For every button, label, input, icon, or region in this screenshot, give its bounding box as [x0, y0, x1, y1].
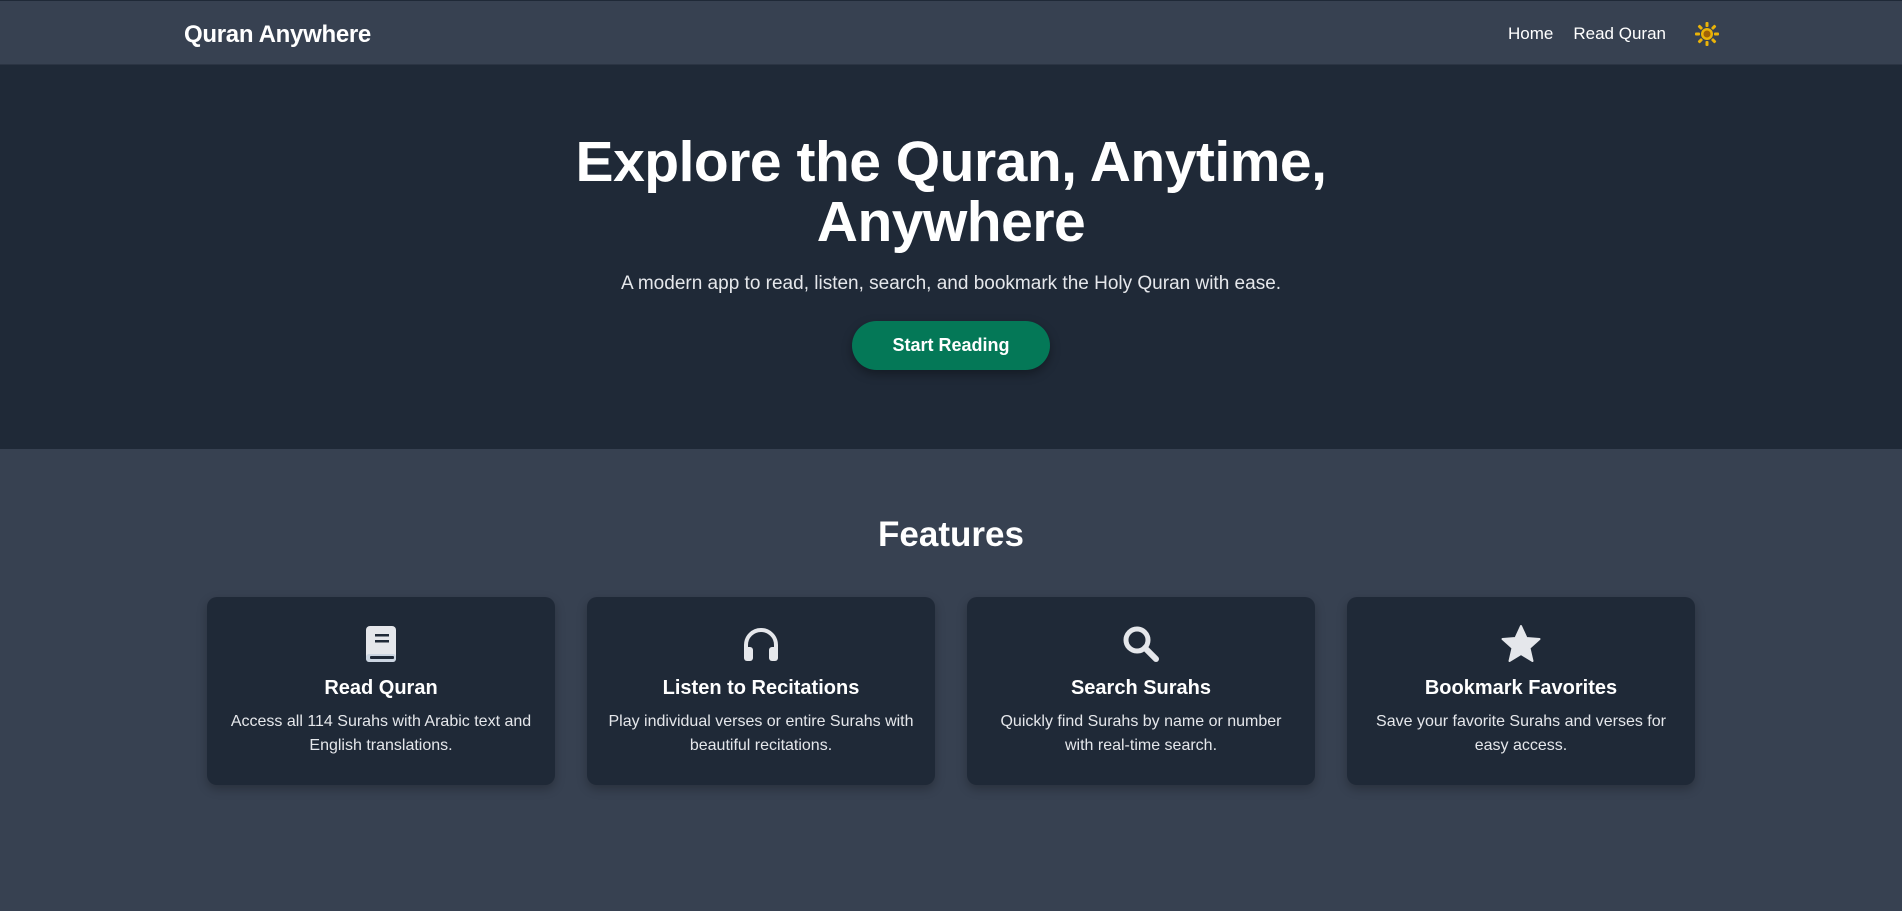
feature-card-read-quran: Read Quran Access all 114 Surahs with Ar…: [207, 597, 555, 785]
feature-card-search: Search Surahs Quickly find Surahs by nam…: [967, 597, 1315, 785]
feature-description: Access all 114 Surahs with Arabic text a…: [230, 713, 532, 754]
hero-title: Explore the Quran, Anytime, Anywhere: [575, 130, 1327, 254]
feature-description: Save your favorite Surahs and verses for…: [1376, 713, 1666, 754]
book-icon: [207, 623, 555, 665]
feature-title: Read Quran: [324, 677, 438, 699]
nav-links: Home Read Quran: [1508, 19, 1722, 49]
feature-title: Search Surahs: [1070, 677, 1212, 699]
nav-link-home[interactable]: Home: [1508, 24, 1553, 44]
search-icon: [967, 623, 1315, 665]
star-icon: [1347, 623, 1695, 665]
sun-icon: [1695, 22, 1719, 46]
features-title: Features: [878, 515, 1024, 554]
features-section: Features Read Quran Access all 114 Surah…: [0, 449, 1902, 911]
feature-cards: Read Quran Access all 114 Surahs with Ar…: [0, 597, 1902, 785]
feature-card-listen: Listen to Recitations Play individual ve…: [587, 597, 935, 785]
headphones-icon: [587, 623, 935, 665]
feature-description: Play individual verses or entire Surahs …: [608, 713, 914, 754]
navbar: Quran Anywhere Home Read Quran: [0, 0, 1902, 65]
feature-title: Bookmark Favorites: [1424, 677, 1618, 699]
hero-section: Explore the Quran, Anytime, Anywhere A m…: [0, 65, 1902, 449]
theme-toggle-button[interactable]: [1692, 19, 1722, 49]
nav-link-read-quran[interactable]: Read Quran: [1573, 24, 1666, 44]
brand-logo[interactable]: Quran Anywhere: [184, 21, 371, 49]
feature-title: Listen to Recitations: [662, 677, 860, 699]
feature-description: Quickly find Surahs by name or number wi…: [1000, 713, 1282, 754]
feature-card-bookmark: Bookmark Favorites Save your favorite Su…: [1347, 597, 1695, 785]
start-reading-button[interactable]: Start Reading: [852, 320, 1050, 370]
hero-subtitle: A modern app to read, listen, search, an…: [620, 272, 1282, 294]
